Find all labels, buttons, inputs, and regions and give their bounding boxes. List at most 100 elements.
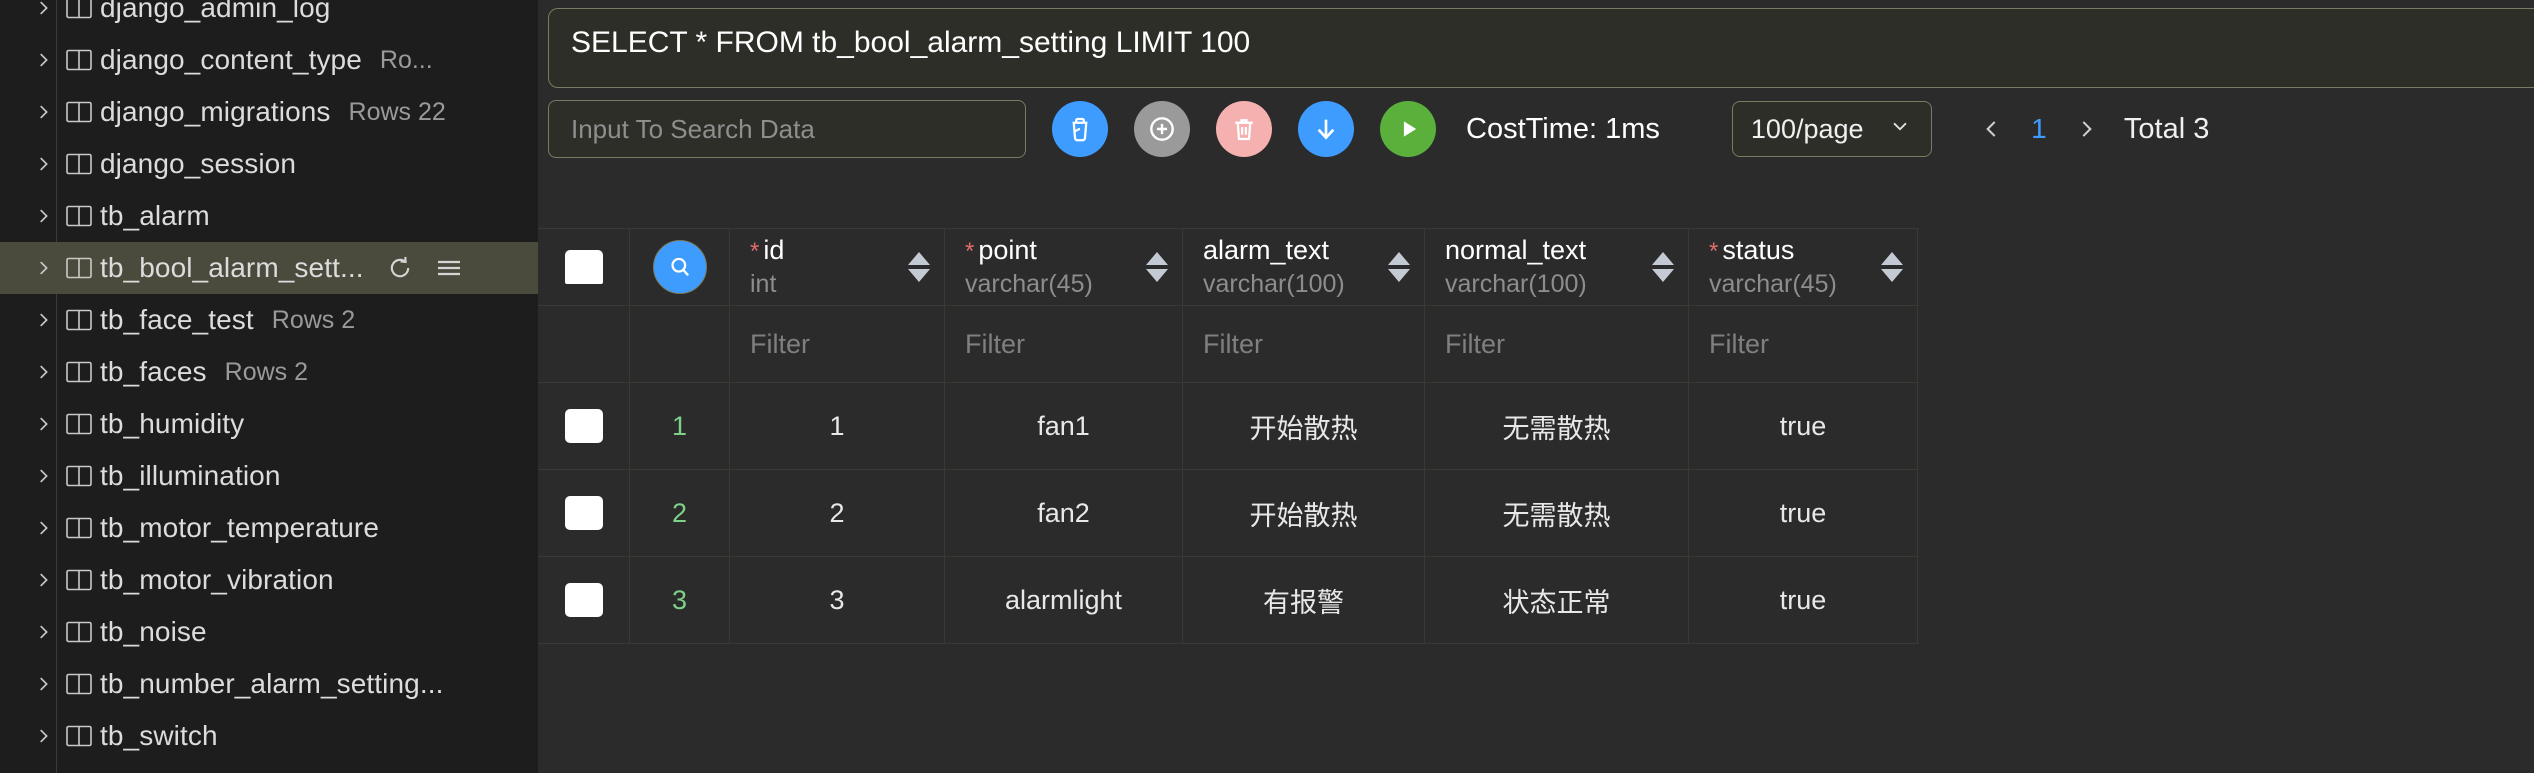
cell-normal-text[interactable]: 无需散热 [1425, 383, 1689, 469]
cell-status[interactable]: true [1689, 383, 1918, 469]
chevron-right-icon[interactable] [28, 569, 58, 591]
sidebar-item-tb-motor-vibration[interactable]: tb_motor_vibration [0, 554, 538, 606]
chevron-right-icon[interactable] [28, 153, 58, 175]
table-icon [58, 359, 100, 385]
delete-row-button[interactable] [1216, 101, 1272, 157]
query-workspace: SELECT * FROM tb_bool_alarm_setting LIMI… [538, 0, 2534, 773]
sidebar-item-django-session[interactable]: django_session [0, 138, 538, 190]
chevron-right-icon[interactable] [28, 101, 58, 123]
row-select-cell[interactable] [538, 383, 630, 469]
sidebar-item-django-content-type[interactable]: django_content_type Ro... [0, 34, 538, 86]
sidebar-item-tb-humidity[interactable]: tb_humidity [0, 398, 538, 450]
cell-point[interactable]: fan1 [945, 383, 1183, 469]
sidebar-item-django-migrations[interactable]: django_migrations Rows 22 [0, 86, 538, 138]
column-header-status[interactable]: * status varchar(45) [1689, 229, 1918, 305]
sort-toggle-id[interactable] [908, 252, 930, 282]
sidebar-item-django-admin-log[interactable]: django_admin_log [0, 0, 538, 34]
sidebar-item-label: tb_bool_alarm_sett... [100, 252, 364, 283]
cell-id[interactable]: 2 [730, 470, 945, 556]
next-page-button[interactable] [2062, 105, 2110, 153]
table-row[interactable]: 3 3 alarmlight 有报警 状态正常 true [538, 557, 1919, 644]
download-button[interactable] [1298, 101, 1354, 157]
table-row[interactable]: 1 1 fan1 开始散热 无需散热 true [538, 383, 1919, 470]
chevron-right-icon[interactable] [28, 257, 58, 279]
grid-search-button[interactable] [652, 240, 707, 294]
table-row[interactable]: 2 2 fan2 开始散热 无需散热 true [538, 470, 1919, 557]
chevron-right-icon[interactable] [28, 413, 58, 435]
sidebar-item-label: tb_switch [100, 720, 218, 751]
execute-button[interactable] [1380, 101, 1436, 157]
sidebar-item-label: django_migrations [100, 96, 331, 127]
table-menu-button[interactable] [434, 255, 464, 281]
row-checkbox[interactable] [564, 409, 603, 443]
cell-status[interactable]: true [1689, 470, 1918, 556]
cell-point[interactable]: fan2 [945, 470, 1183, 556]
page-number-1[interactable]: 1 [2016, 113, 2062, 145]
sidebar-item-tb-noise[interactable]: tb_noise [0, 606, 538, 658]
sort-toggle-normal-text[interactable] [1652, 252, 1674, 282]
column-header-point[interactable]: * point varchar(45) [945, 229, 1183, 305]
required-marker-point: * [965, 238, 975, 266]
chevron-right-icon[interactable] [28, 205, 58, 227]
sort-toggle-point[interactable] [1146, 252, 1168, 282]
required-marker-status: * [1709, 238, 1719, 266]
cell-id[interactable]: 3 [730, 557, 945, 643]
column-header-normal-text[interactable]: normal_text varchar(100) [1425, 229, 1689, 305]
search-input[interactable] [569, 112, 1005, 146]
prev-page-button[interactable] [1968, 105, 2016, 153]
chevron-right-icon [2082, 121, 2092, 137]
row-checkbox[interactable] [564, 583, 603, 617]
filter-input-point[interactable]: Filter [945, 306, 1183, 382]
sidebar-item-tb-bool-alarm-sett[interactable]: tb_bool_alarm_sett... [0, 242, 538, 294]
select-all-checkbox[interactable] [564, 250, 603, 284]
chevron-right-icon[interactable] [28, 673, 58, 695]
row-select-cell[interactable] [538, 557, 630, 643]
sidebar-item-tb-face-test[interactable]: tb_face_test Rows 2 [0, 294, 538, 346]
row-checkbox[interactable] [564, 496, 603, 530]
chevron-right-icon[interactable] [28, 517, 58, 539]
sidebar-item-tb-motor-temperature[interactable]: tb_motor_temperature [0, 502, 538, 554]
sql-editor[interactable]: SELECT * FROM tb_bool_alarm_setting LIMI… [548, 8, 2534, 88]
result-grid: * id int * point varchar(45) alarm_text … [538, 228, 1919, 644]
sort-toggle-alarm-text[interactable] [1388, 252, 1410, 282]
row-select-cell[interactable] [538, 470, 630, 556]
chevron-right-icon[interactable] [28, 465, 58, 487]
grid-search-cell[interactable] [630, 229, 730, 305]
menu-icon [437, 260, 460, 276]
filter-input-normal-text[interactable]: Filter [1425, 306, 1689, 382]
sidebar-item-label: django_admin_log [100, 0, 331, 23]
filter-input-status[interactable]: Filter [1689, 306, 1918, 382]
cell-id[interactable]: 1 [730, 383, 945, 469]
chevron-right-icon[interactable] [28, 0, 58, 19]
cell-alarm-text[interactable]: 开始散热 [1183, 470, 1425, 556]
cell-status[interactable]: true [1689, 557, 1918, 643]
sidebar-item-tb-alarm[interactable]: tb_alarm [0, 190, 538, 242]
chevron-right-icon[interactable] [28, 309, 58, 331]
add-row-button[interactable] [1134, 101, 1190, 157]
chevron-right-icon[interactable] [28, 621, 58, 643]
cell-normal-text[interactable]: 无需散热 [1425, 470, 1689, 556]
cell-point[interactable]: alarmlight [945, 557, 1183, 643]
cell-normal-text[interactable]: 状态正常 [1425, 557, 1689, 643]
select-all-cell[interactable] [538, 229, 630, 305]
cell-alarm-text[interactable]: 开始散热 [1183, 383, 1425, 469]
clear-button[interactable] [1052, 101, 1108, 157]
page-size-select[interactable]: 100/page [1731, 101, 1932, 157]
refresh-table-button[interactable] [386, 254, 414, 282]
plus-circle-icon [1150, 117, 1174, 141]
filter-input-id[interactable]: Filter [730, 306, 945, 382]
sidebar-item-tb-number-alarm-setting[interactable]: tb_number_alarm_setting... [0, 658, 538, 710]
search-data-box[interactable] [548, 100, 1026, 158]
chevron-right-icon[interactable] [28, 49, 58, 71]
database-client-window: django_admin_log django_content_type Ro...… [0, 0, 2534, 773]
sort-toggle-status[interactable] [1881, 252, 1903, 282]
sidebar-item-tb-faces[interactable]: tb_faces Rows 2 [0, 346, 538, 398]
column-header-id[interactable]: * id int [730, 229, 945, 305]
column-header-alarm-text[interactable]: alarm_text varchar(100) [1183, 229, 1425, 305]
filter-input-alarm-text[interactable]: Filter [1183, 306, 1425, 382]
sidebar-item-tb-illumination[interactable]: tb_illumination [0, 450, 538, 502]
sidebar-item-tb-switch[interactable]: tb_switch [0, 710, 538, 762]
cell-alarm-text[interactable]: 有报警 [1183, 557, 1425, 643]
chevron-right-icon[interactable] [28, 725, 58, 747]
chevron-right-icon[interactable] [28, 361, 58, 383]
